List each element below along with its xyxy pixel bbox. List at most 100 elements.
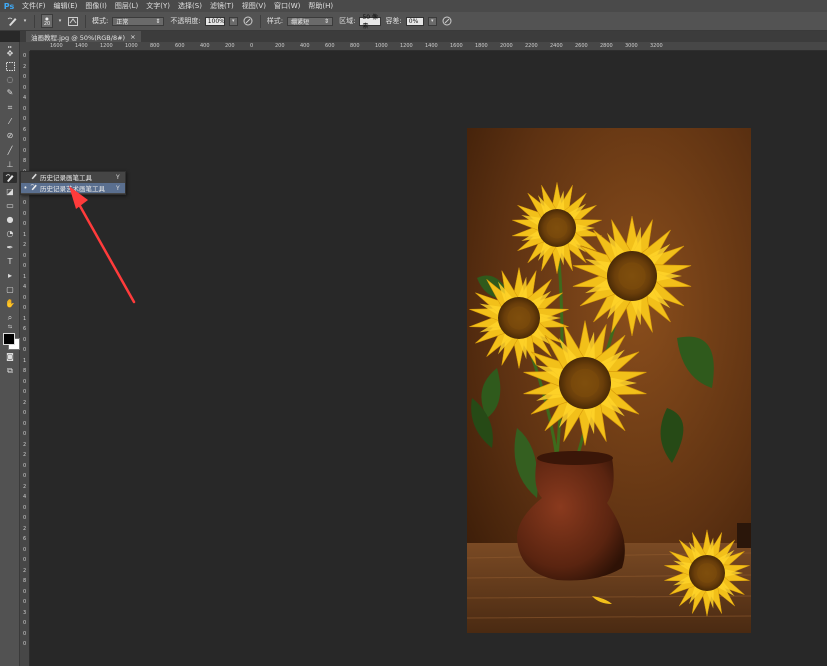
style-label: 样式: [266, 17, 284, 25]
ruler-tick-label: 1 [23, 357, 27, 364]
menu-select[interactable]: 选择(S) [174, 1, 206, 11]
menu-view[interactable]: 视图(V) [238, 1, 270, 11]
shape-tool-icon[interactable]: ▢ [3, 284, 17, 295]
ruler-tick-label: 0 [23, 431, 27, 437]
blur-tool-icon[interactable]: ● [3, 214, 17, 225]
ruler-tick-label: 0 [23, 473, 27, 479]
opacity-label: 不透明度: [170, 17, 201, 25]
menu-window[interactable]: 窗口(W) [270, 1, 304, 11]
ruler-tick-label: 1200 [400, 43, 413, 49]
ruler-tick-label: 1600 [450, 43, 463, 49]
pressure-size-icon[interactable] [441, 15, 453, 27]
crop-tool-icon[interactable]: ⌗ [3, 102, 17, 113]
area-input[interactable]: 50 像素 [359, 14, 382, 30]
ruler-tick-label: 2600 [575, 43, 588, 49]
ruler-tick-label: 0 [23, 305, 27, 311]
ruler-tick-label: 1 [23, 231, 27, 238]
menu-filter[interactable]: 滤镜(T) [206, 1, 238, 11]
path-selection-tool-icon[interactable]: ▸ [3, 270, 17, 281]
lasso-tool-icon[interactable]: ◌ [3, 74, 17, 85]
quick-mask-icon[interactable]: ◙ [3, 351, 17, 362]
flyout-item-history-brush[interactable]: 历史记录画笔工具 Y [21, 172, 125, 182]
ruler-tick-label: 1000 [375, 43, 388, 49]
opacity-input[interactable]: 100% [204, 16, 225, 26]
swap-colors-icon[interactable]: ⇆ [3, 324, 17, 330]
ruler-tick-label: 0 [23, 105, 27, 112]
ruler-tick-label: 0 [23, 546, 27, 553]
dodge-tool-icon[interactable]: ◔ [3, 228, 17, 239]
ruler-tick-label: 8 [23, 158, 27, 164]
ruler-tick-label: 0 [23, 641, 27, 647]
ruler-tick-label: 0 [23, 221, 27, 227]
art-history-brush-icon [30, 183, 40, 193]
menu-edit[interactable]: 编辑(E) [50, 1, 82, 11]
ruler-tick-label: 4 [23, 284, 27, 290]
ruler-tick-label: 0 [250, 43, 254, 49]
opacity-slider-toggle[interactable]: ▾ [228, 16, 238, 26]
clone-stamp-tool-icon[interactable]: ⊥ [3, 159, 17, 170]
move-tool-icon[interactable]: ✥ [3, 48, 17, 59]
menu-layer[interactable]: 图层(L) [111, 1, 142, 11]
menu-file[interactable]: 文件(F) [18, 1, 50, 11]
healing-brush-tool-icon[interactable]: ⊘ [3, 130, 17, 141]
menu-help[interactable]: 帮助(H) [304, 1, 337, 11]
type-tool-icon[interactable]: T [3, 256, 17, 267]
ruler-tick-label: 0 [23, 410, 27, 416]
selected-dot-icon: • [23, 184, 28, 192]
hand-tool-icon[interactable]: ✋ [3, 298, 17, 309]
flyout-item-art-history-brush[interactable]: • 历史记录艺术画笔工具 Y [21, 183, 125, 193]
horizontal-ruler[interactable]: 1600 1400 1200 1000 800 600 400 200 0 200 400 600 80… [30, 42, 827, 51]
ruler-origin[interactable] [20, 42, 30, 51]
zoom-tool-icon[interactable]: ⌕ [3, 312, 17, 323]
ruler-tick-label: 3200 [650, 43, 663, 49]
art-history-brush-icon[interactable] [6, 15, 18, 27]
tools-panel: ▸▸ ✥ ◌ ✎ ⌗ ⁄ ⊘ ╱ ⊥ ◪ ▭ ● ◔ ✒ T ▸ ▢ ✋ ⌕ ⇆… [0, 42, 20, 666]
ruler-tick-label: 0 [23, 210, 27, 217]
ruler-tick-label: 0 [23, 294, 27, 301]
ruler-tick-label: 0 [23, 389, 27, 395]
ruler-tick-label: 6 [23, 326, 27, 332]
ruler-tick-label: 8 [23, 578, 27, 584]
marquee-tool-icon[interactable] [3, 61, 17, 72]
ruler-tick-label: 1 [23, 273, 27, 280]
ruler-tick-label: 200 [225, 43, 235, 49]
brush-dropdown-icon[interactable]: ▾ [57, 15, 63, 27]
document-tab-title: 油画教程.jpg @ 50%(RGB/8#) [31, 33, 126, 42]
brush-size-picker[interactable]: ● 20 [41, 14, 53, 28]
ruler-tick-label: 0 [23, 137, 27, 143]
history-brush-tool-icon[interactable] [3, 172, 17, 183]
quick-selection-tool-icon[interactable]: ✎ [3, 87, 17, 98]
brush-tool-icon[interactable]: ╱ [3, 145, 17, 156]
brush-panel-toggle-icon[interactable] [67, 15, 79, 27]
screen-mode-icon[interactable]: ⧉ [3, 365, 17, 376]
eyedropper-tool-icon[interactable]: ⁄ [3, 116, 17, 127]
ruler-tick-label: 2 [23, 399, 27, 406]
photoshop-logo: Ps [3, 1, 15, 11]
tolerance-slider-toggle[interactable]: ▾ [427, 16, 437, 26]
pressure-opacity-icon[interactable] [242, 15, 254, 27]
ruler-tick-label: 6 [23, 536, 27, 542]
ruler-tick-label: 2 [23, 63, 27, 70]
ruler-tick-label: 0 [23, 599, 27, 605]
pen-tool-icon[interactable]: ✒ [3, 242, 17, 253]
foreground-color-swatch[interactable] [3, 333, 15, 345]
menu-type[interactable]: 文字(Y) [142, 1, 174, 11]
close-tab-icon[interactable]: × [130, 33, 135, 41]
ruler-tick-label: 0 [23, 263, 27, 269]
eraser-tool-icon[interactable]: ◪ [3, 186, 17, 197]
document-tab[interactable]: 油画教程.jpg @ 50%(RGB/8#) × [26, 31, 141, 42]
ruler-tick-label: 0 [23, 147, 27, 154]
sunflower-image[interactable] [467, 128, 751, 633]
ruler-tick-label: 0 [23, 347, 27, 353]
ruler-tick-label: 1 [23, 315, 27, 322]
tool-preset-dropdown-icon[interactable]: ▾ [22, 15, 28, 27]
gradient-tool-icon[interactable]: ▭ [3, 200, 17, 211]
ruler-tick-label: 0 [23, 620, 27, 626]
vertical-ruler[interactable]: 0200400600800100012001400160018002000220… [20, 51, 30, 666]
ruler-tick-label: 1400 [75, 43, 88, 49]
mode-select[interactable]: 正常 ⇕ [112, 16, 165, 26]
ruler-tick-label: 0 [23, 515, 27, 521]
style-select[interactable]: 绷紧短 ⇕ [287, 16, 334, 26]
tolerance-input[interactable]: 0% [405, 16, 424, 26]
menu-image[interactable]: 图像(I) [81, 1, 111, 11]
